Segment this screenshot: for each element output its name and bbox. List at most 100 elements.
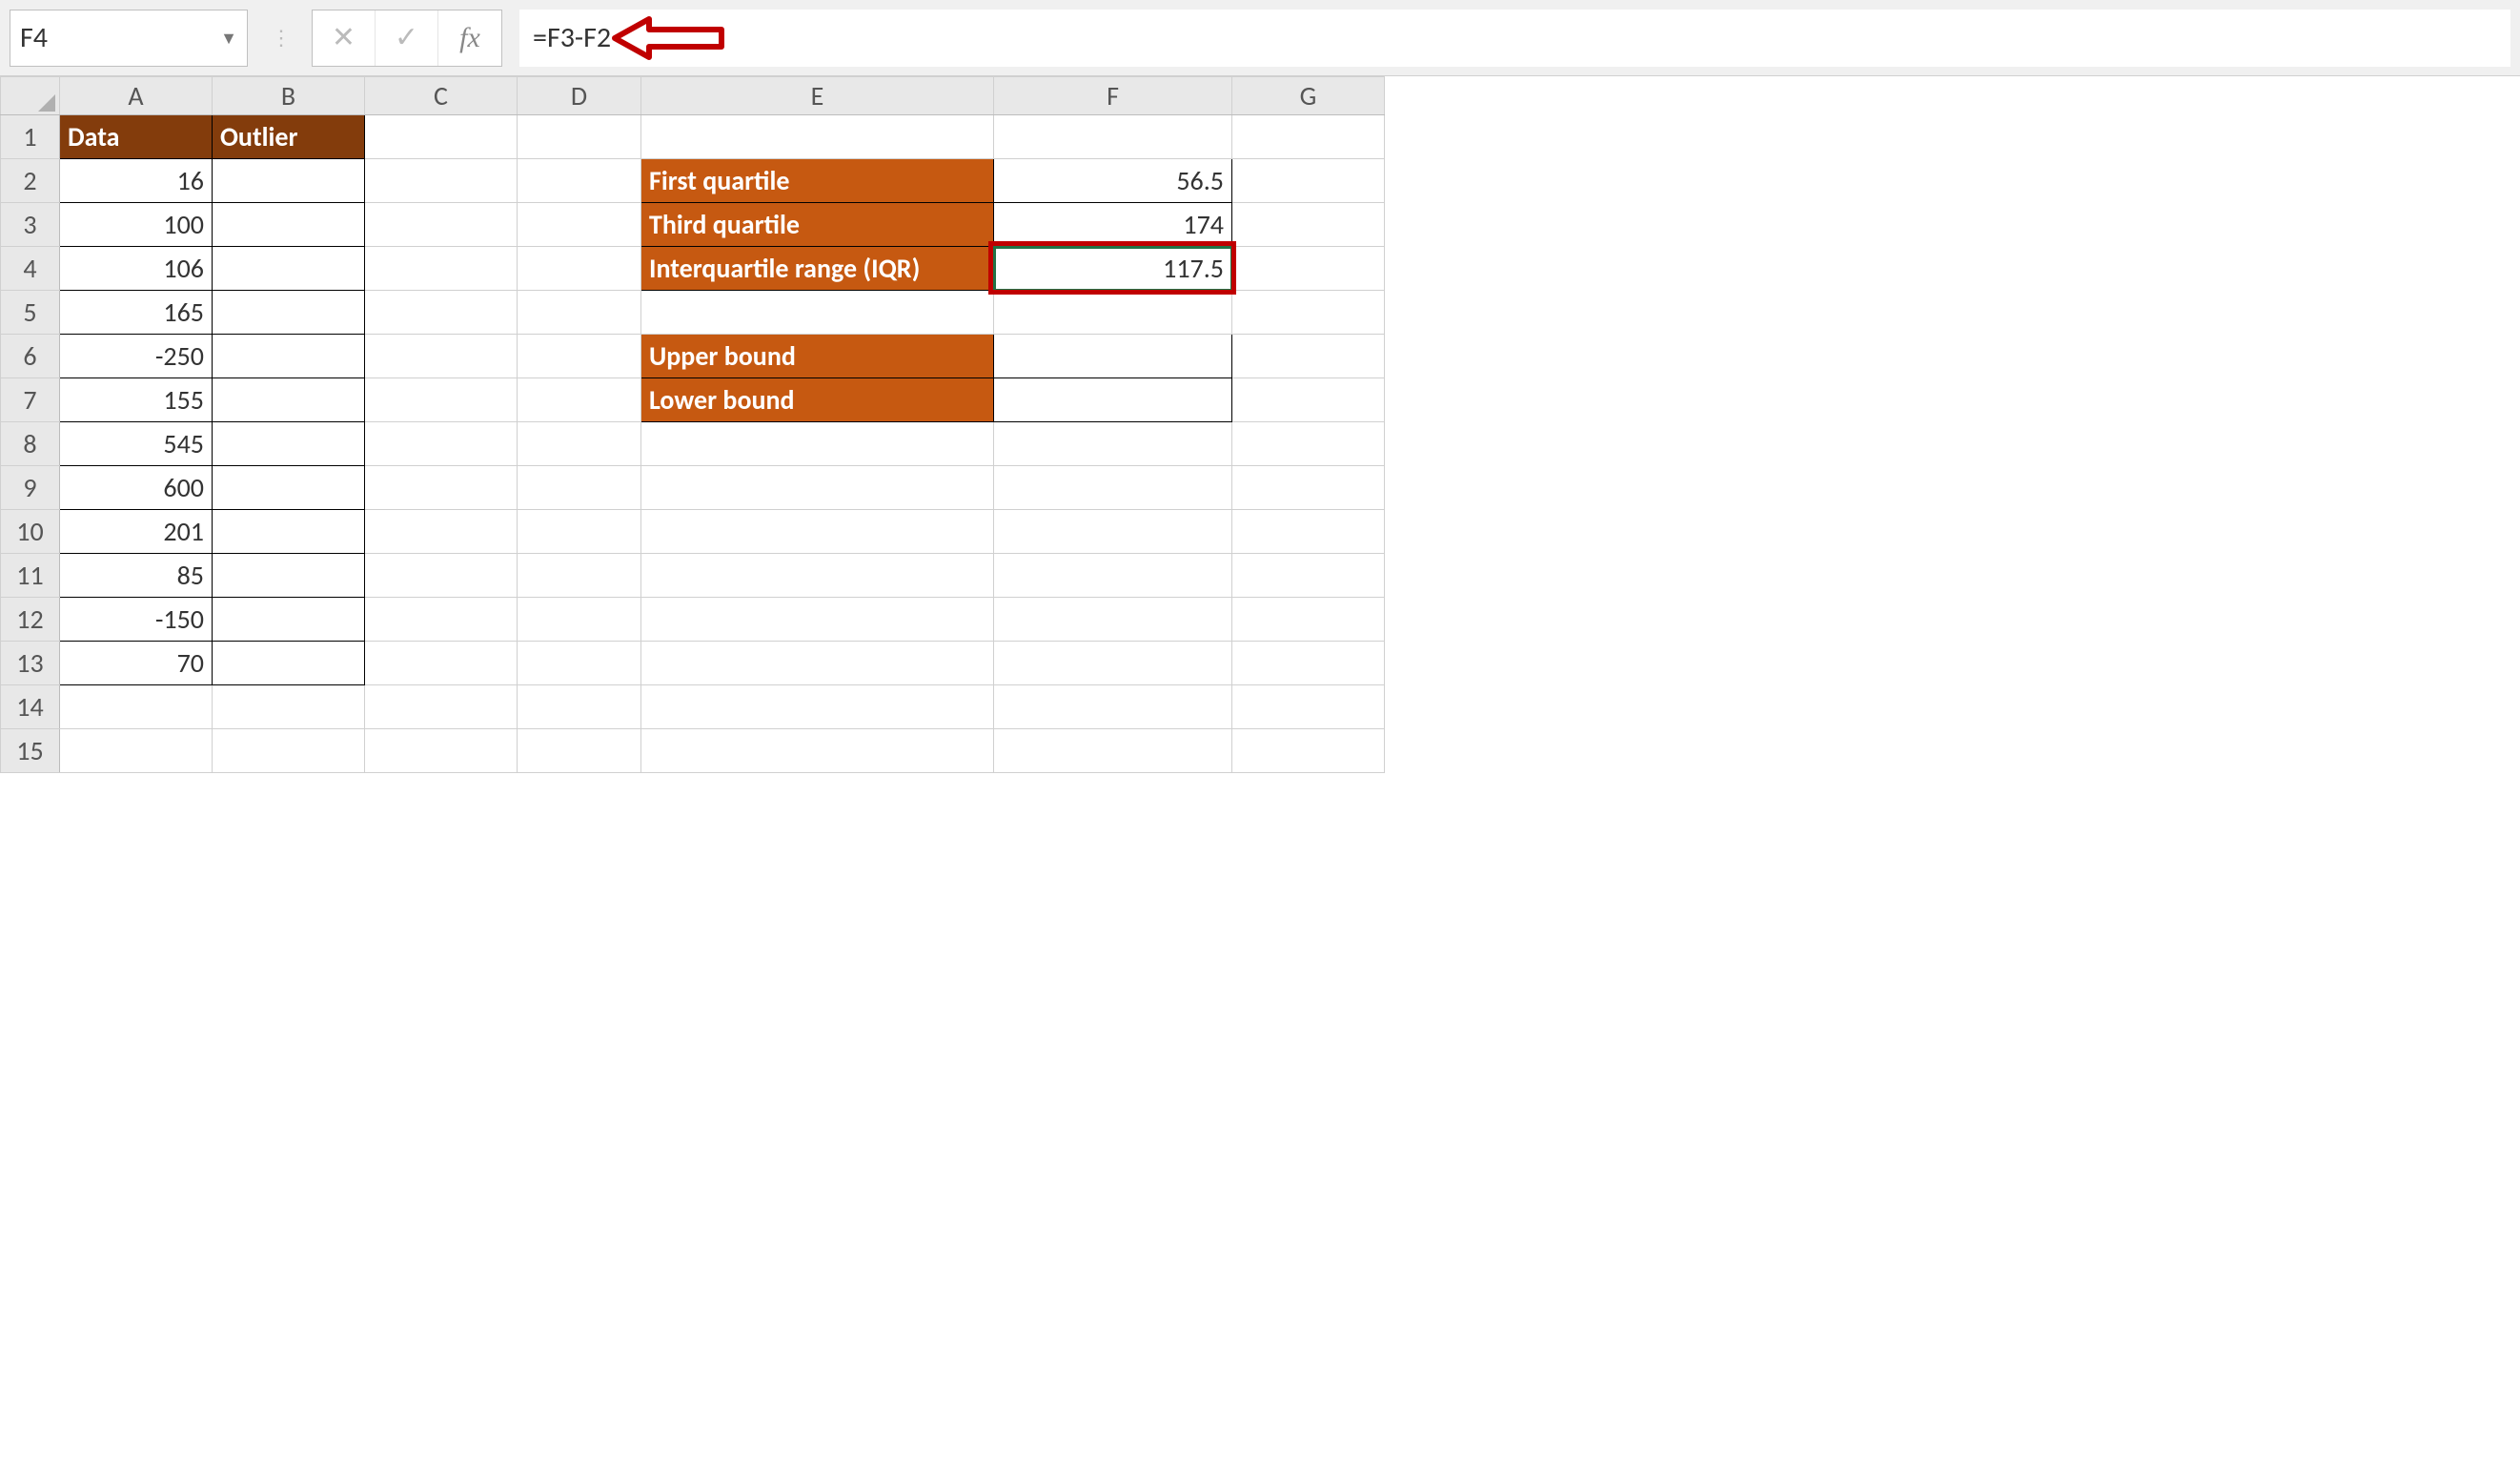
cell-A12[interactable]: -150 (60, 598, 213, 642)
cell-B15[interactable] (213, 729, 365, 773)
cell-C8[interactable] (365, 422, 518, 466)
cancel-button[interactable]: ✕ (313, 10, 376, 66)
cell-D6[interactable] (518, 335, 641, 378)
cell-C11[interactable] (365, 554, 518, 598)
cell-G5[interactable] (1232, 291, 1385, 335)
cell-G8[interactable] (1232, 422, 1385, 466)
cell-B9[interactable] (213, 466, 365, 510)
cell-B3[interactable] (213, 203, 365, 247)
cell-A11[interactable]: 85 (60, 554, 213, 598)
cell-D13[interactable] (518, 642, 641, 685)
cell-F12[interactable] (994, 598, 1232, 642)
cell-D3[interactable] (518, 203, 641, 247)
cell-C13[interactable] (365, 642, 518, 685)
cell-C4[interactable] (365, 247, 518, 291)
cell-G1[interactable] (1232, 115, 1385, 159)
cell-E5[interactable] (641, 291, 994, 335)
cell-B13[interactable] (213, 642, 365, 685)
cell-G4[interactable] (1232, 247, 1385, 291)
col-header-G[interactable]: G (1232, 77, 1385, 115)
cell-F7[interactable] (994, 378, 1232, 422)
cell-G10[interactable] (1232, 510, 1385, 554)
cell-B5[interactable] (213, 291, 365, 335)
cell-A9[interactable]: 600 (60, 466, 213, 510)
cell-D10[interactable] (518, 510, 641, 554)
cell-G13[interactable] (1232, 642, 1385, 685)
cell-B7[interactable] (213, 378, 365, 422)
col-header-F[interactable]: F (994, 77, 1232, 115)
cell-C12[interactable] (365, 598, 518, 642)
cell-C3[interactable] (365, 203, 518, 247)
cell-F8[interactable] (994, 422, 1232, 466)
cell-D5[interactable] (518, 291, 641, 335)
row-header-7[interactable]: 7 (1, 378, 60, 422)
col-header-B[interactable]: B (213, 77, 365, 115)
cell-B14[interactable] (213, 685, 365, 729)
cell-C14[interactable] (365, 685, 518, 729)
cell-A3[interactable]: 100 (60, 203, 213, 247)
cell-D7[interactable] (518, 378, 641, 422)
cell-E9[interactable] (641, 466, 994, 510)
cell-A10[interactable]: 201 (60, 510, 213, 554)
cell-E1[interactable] (641, 115, 994, 159)
cell-D8[interactable] (518, 422, 641, 466)
cell-F9[interactable] (994, 466, 1232, 510)
chevron-down-icon[interactable]: ▼ (220, 28, 237, 49)
formula-input[interactable]: =F3-F2 (519, 10, 2510, 67)
cell-F10[interactable] (994, 510, 1232, 554)
cell-G12[interactable] (1232, 598, 1385, 642)
cell-D15[interactable] (518, 729, 641, 773)
cell-E14[interactable] (641, 685, 994, 729)
col-header-A[interactable]: A (60, 77, 213, 115)
row-header-15[interactable]: 15 (1, 729, 60, 773)
cell-F15[interactable] (994, 729, 1232, 773)
insert-function-button[interactable]: fx (438, 10, 501, 66)
cell-D9[interactable] (518, 466, 641, 510)
row-header-3[interactable]: 3 (1, 203, 60, 247)
row-header-2[interactable]: 2 (1, 159, 60, 203)
cell-A1[interactable]: Data (60, 115, 213, 159)
cell-E10[interactable] (641, 510, 994, 554)
cell-G3[interactable] (1232, 203, 1385, 247)
cell-D4[interactable] (518, 247, 641, 291)
cell-G7[interactable] (1232, 378, 1385, 422)
row-header-14[interactable]: 14 (1, 685, 60, 729)
cell-G2[interactable] (1232, 159, 1385, 203)
row-header-10[interactable]: 10 (1, 510, 60, 554)
cell-A15[interactable] (60, 729, 213, 773)
col-header-D[interactable]: D (518, 77, 641, 115)
cell-D1[interactable] (518, 115, 641, 159)
enter-button[interactable]: ✓ (376, 10, 438, 66)
select-all-corner[interactable] (1, 77, 60, 115)
cell-B10[interactable] (213, 510, 365, 554)
name-box[interactable]: F4 ▼ (10, 10, 248, 67)
cell-C6[interactable] (365, 335, 518, 378)
cell-E2[interactable]: First quartile (641, 159, 994, 203)
cell-B6[interactable] (213, 335, 365, 378)
cell-C9[interactable] (365, 466, 518, 510)
row-header-1[interactable]: 1 (1, 115, 60, 159)
cell-E13[interactable] (641, 642, 994, 685)
cell-G15[interactable] (1232, 729, 1385, 773)
cell-B12[interactable] (213, 598, 365, 642)
row-header-8[interactable]: 8 (1, 422, 60, 466)
row-header-13[interactable]: 13 (1, 642, 60, 685)
cell-E3[interactable]: Third quartile (641, 203, 994, 247)
cell-E6[interactable]: Upper bound (641, 335, 994, 378)
cell-C7[interactable] (365, 378, 518, 422)
cell-A14[interactable] (60, 685, 213, 729)
row-header-4[interactable]: 4 (1, 247, 60, 291)
cell-G9[interactable] (1232, 466, 1385, 510)
col-header-C[interactable]: C (365, 77, 518, 115)
cell-A7[interactable]: 155 (60, 378, 213, 422)
cell-G11[interactable] (1232, 554, 1385, 598)
cell-C15[interactable] (365, 729, 518, 773)
cell-B8[interactable] (213, 422, 365, 466)
cell-D14[interactable] (518, 685, 641, 729)
cell-E11[interactable] (641, 554, 994, 598)
cell-B1[interactable]: Outlier (213, 115, 365, 159)
row-header-6[interactable]: 6 (1, 335, 60, 378)
cell-F2[interactable]: 56.5 (994, 159, 1232, 203)
row-header-12[interactable]: 12 (1, 598, 60, 642)
col-header-E[interactable]: E (641, 77, 994, 115)
